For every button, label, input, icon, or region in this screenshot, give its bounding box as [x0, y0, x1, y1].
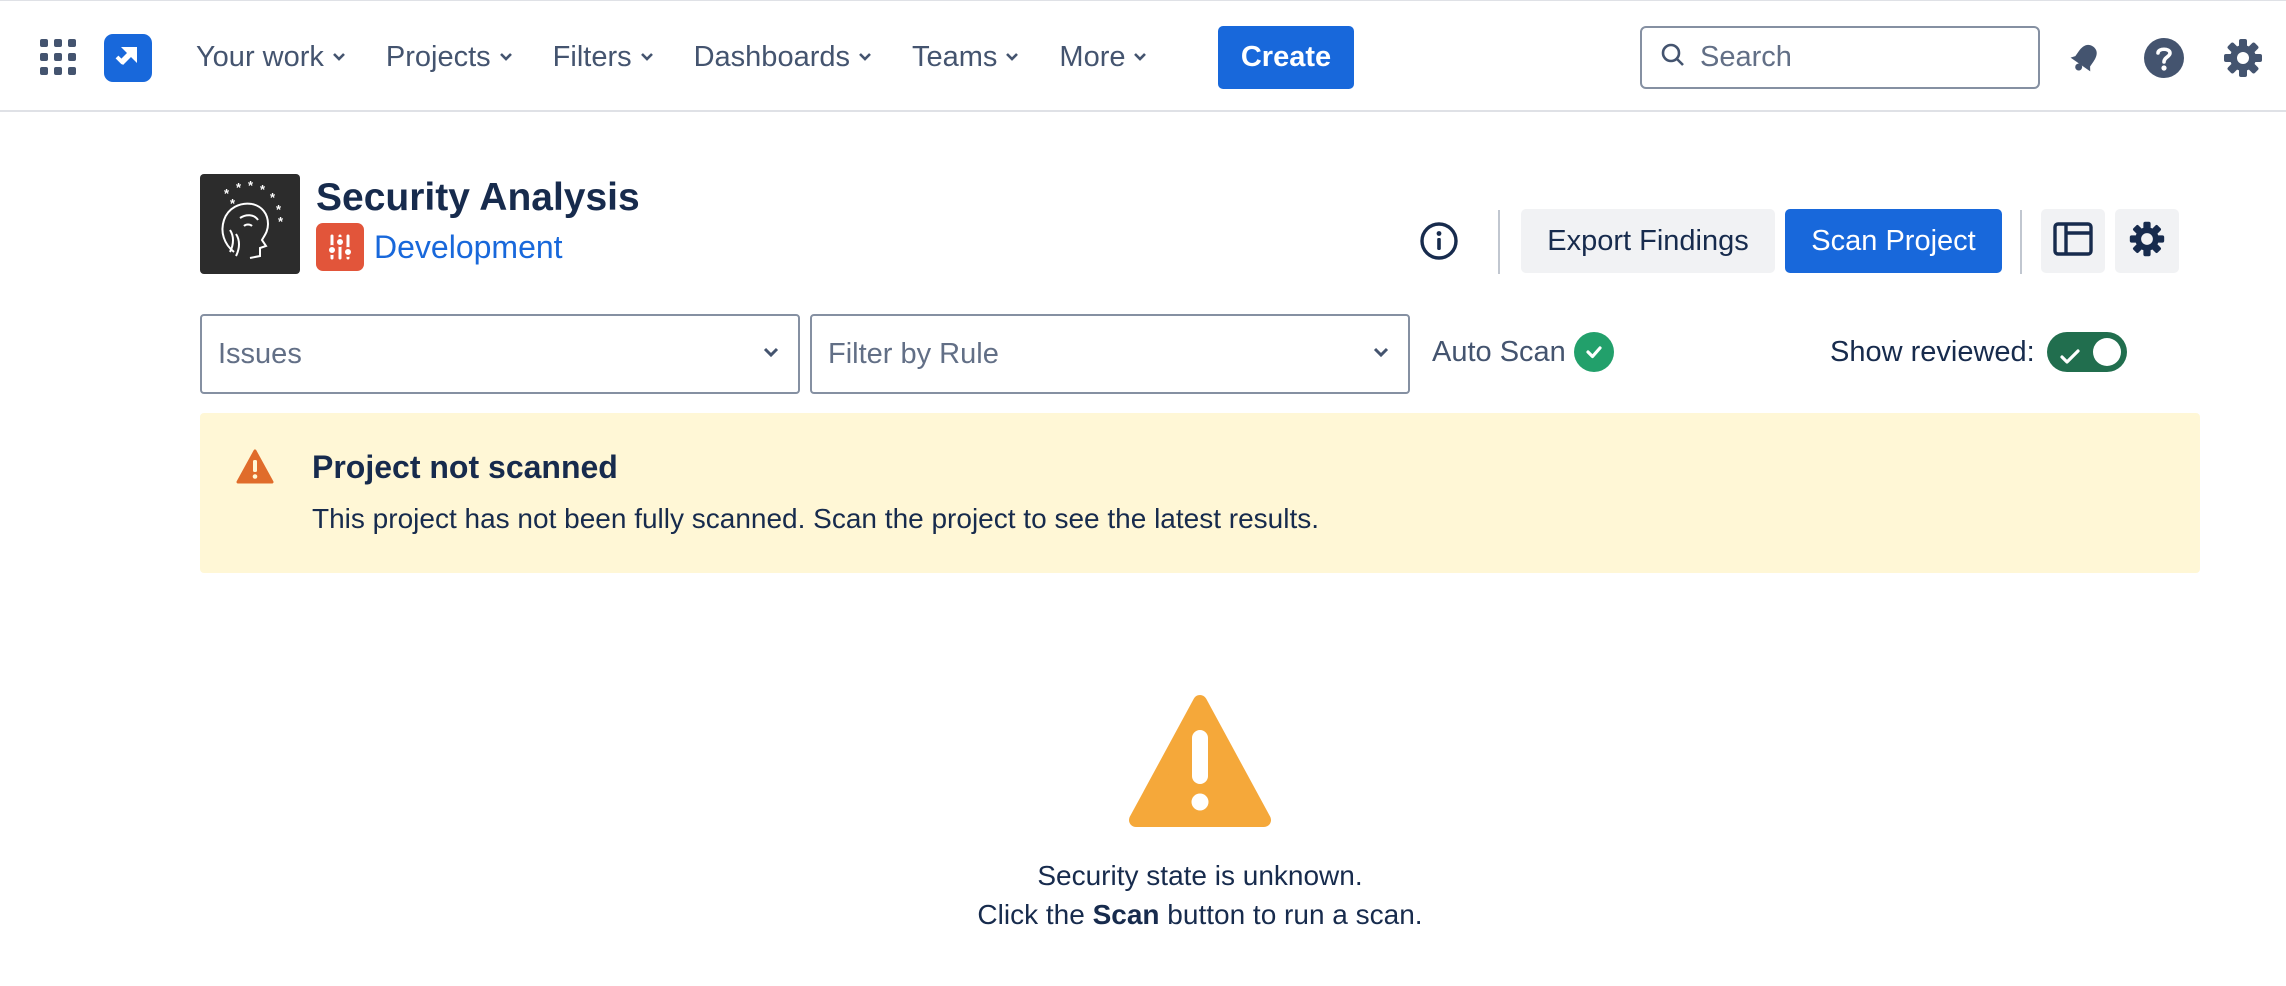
nav-more[interactable]: More [1059, 41, 1149, 74]
settings-icon[interactable] [2221, 36, 2265, 80]
auto-scan-status: Auto Scan [1432, 332, 1614, 372]
info-icon[interactable] [1414, 216, 1464, 266]
nav-item-label: Teams [911, 40, 998, 73]
nav-filters[interactable]: Filters [553, 41, 656, 74]
notifications-icon[interactable] [2063, 36, 2107, 80]
banner-title: Project not scanned [312, 449, 618, 485]
empty-state-hint: Click the Scan button to run a scan. [0, 899, 2286, 931]
nav-your-work[interactable]: Your work [196, 41, 348, 74]
not-scanned-banner: Project not scanned This project has not… [200, 413, 2200, 573]
show-reviewed-toggle[interactable] [2046, 332, 2127, 375]
show-reviewed-label: Show reviewed: [1830, 335, 2035, 368]
nav-item-label: Your work [196, 40, 324, 73]
svg-text:*: * [230, 196, 236, 211]
nav-item-label: Dashboards [693, 40, 850, 73]
chevron-down-icon [1131, 48, 1149, 66]
sidebar-layout-icon [2053, 221, 2093, 261]
hint-prefix: Click the [977, 899, 1093, 930]
issues-select[interactable]: Issues [200, 314, 800, 394]
nav-item-label: More [1059, 40, 1126, 73]
jira-logo[interactable] [104, 34, 152, 82]
create-button[interactable]: Create [1218, 26, 1354, 89]
banner-message: This project has not been fully scanned.… [312, 503, 1320, 534]
top-navigation: Your work Projects Filters Dashboards Te… [0, 0, 2286, 112]
app-switcher-icon[interactable] [40, 39, 76, 75]
scan-project-button[interactable]: Scan Project [1785, 209, 2002, 273]
toggle-knob [2092, 338, 2121, 366]
auto-scan-label: Auto Scan [1432, 335, 1566, 368]
divider [2020, 210, 2022, 274]
hint-suffix: button to run a scan. [1159, 899, 1423, 930]
chevron-down-icon [638, 48, 656, 66]
divider [1498, 210, 1500, 274]
check-circle-icon [1573, 332, 1614, 372]
svg-text:*: * [236, 180, 242, 195]
nav-item-label: Filters [552, 40, 632, 73]
project-space-link[interactable]: Development [374, 229, 563, 266]
issues-select-placeholder: Issues [218, 337, 302, 370]
nav-item-label: Projects [385, 40, 491, 73]
primary-nav: Your work Projects Filters Dashboards Te… [196, 31, 1187, 83]
project-space-row: Development [316, 223, 563, 271]
sidebar-layout-button[interactable] [2041, 209, 2105, 273]
check-icon [2059, 342, 2081, 375]
chevron-down-icon [1370, 338, 1392, 371]
svg-text:*: * [248, 178, 254, 193]
chevron-down-icon [1003, 48, 1021, 66]
page-title: Security Analysis [316, 176, 640, 219]
search-field[interactable] [1640, 26, 2040, 89]
rule-filter-placeholder: Filter by Rule [828, 337, 999, 370]
hint-scan-word: Scan [1092, 899, 1160, 930]
project-type-icon [316, 223, 364, 271]
export-findings-button[interactable]: Export Findings [1521, 209, 1775, 273]
chevron-down-icon [330, 48, 348, 66]
settings-icon [2128, 220, 2166, 263]
chevron-down-icon [760, 338, 782, 371]
nav-dashboards[interactable]: Dashboards [694, 41, 874, 74]
svg-text:*: * [260, 182, 266, 197]
show-reviewed-control: Show reviewed: [1830, 332, 2127, 372]
help-icon[interactable] [2142, 36, 2186, 80]
chevron-down-icon [856, 48, 874, 66]
svg-text:*: * [278, 214, 284, 229]
search-input[interactable] [1700, 41, 2020, 74]
nav-teams[interactable]: Teams [912, 41, 1021, 74]
warning-triangle-icon [1128, 694, 1272, 830]
project-settings-button[interactable] [2115, 209, 2179, 273]
empty-state-message: Security state is unknown. [1037, 860, 1363, 891]
rule-filter-select[interactable]: Filter by Rule [810, 314, 1410, 394]
nav-projects[interactable]: Projects [386, 41, 515, 74]
project-avatar: * * * * * * * * [200, 174, 300, 274]
chevron-down-icon [497, 48, 515, 66]
search-icon [1660, 42, 1686, 73]
warning-icon [236, 449, 274, 490]
